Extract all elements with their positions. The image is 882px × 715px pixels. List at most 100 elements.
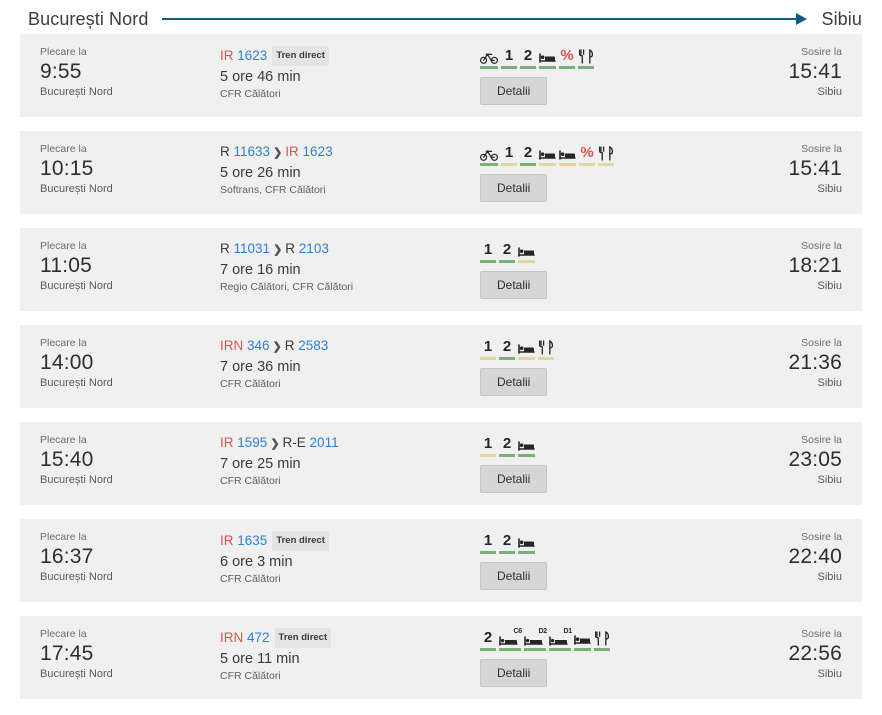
details-button[interactable]: Detalii: [480, 77, 548, 105]
amenity-strip: 12: [480, 336, 712, 360]
amenity-strip: 1 2%: [480, 142, 712, 166]
train-number[interactable]: 1635: [237, 533, 267, 548]
segment-separator-icon: ❯: [272, 341, 282, 353]
details-button[interactable]: Detalii: [480, 659, 548, 687]
availability-bar: [594, 648, 610, 651]
availability-bar: [559, 163, 576, 166]
arrival-block: Sosire la 15:41 Sibiu: [712, 131, 862, 196]
train-number[interactable]: 11633: [234, 144, 271, 159]
bed-class-label: D1: [563, 628, 572, 635]
table-row[interactable]: Plecare la 10:15 București Nord R 11633 ❯ IR …: [20, 131, 862, 214]
train-code[interactable]: IR: [220, 533, 234, 548]
class-2-icon-glyph: 2: [483, 629, 493, 646]
train-code[interactable]: IRN: [220, 338, 243, 353]
train-number[interactable]: 2103: [299, 241, 329, 256]
train-segments: IR 1595 ❯ R-E 2011: [220, 434, 480, 453]
train-code[interactable]: R: [220, 144, 230, 159]
table-row[interactable]: Plecare la 15:40 București Nord IR 1595 ❯ R-E…: [20, 422, 862, 505]
amenities-block: 1 2 Detalii: [480, 422, 712, 493]
operator-name: CFR Călători: [220, 573, 281, 585]
departure-station: București Nord: [40, 571, 113, 583]
train-number[interactable]: 1595: [237, 435, 267, 450]
couchette-c6-icon: C6: [499, 628, 522, 651]
availability-bar: [520, 66, 536, 69]
amenities-block: 1 2 Detalii: [480, 325, 712, 396]
train-number[interactable]: 2011: [310, 435, 339, 450]
table-row[interactable]: Plecare la 16:37 București Nord IR 1635 Tren…: [20, 519, 862, 602]
train-segments: R 11633 ❯ IR 1623: [220, 143, 480, 162]
sleeping-car-icon-glyph: [539, 52, 556, 64]
train-number[interactable]: 1623: [237, 48, 267, 63]
table-row[interactable]: Plecare la 9:55 București Nord IR 1623 Tren …: [20, 34, 862, 117]
train-code[interactable]: R: [220, 241, 230, 256]
departure-block: Plecare la 9:55 București Nord: [20, 34, 220, 99]
bicycle-icon-glyph: [480, 148, 498, 161]
operator-name: Softrans, CFR Călători: [220, 184, 326, 196]
train-block: IR 1595 ❯ R-E 2011 7 ore 25 min CFR Călători: [220, 422, 480, 488]
operator-name: CFR Călători: [220, 670, 281, 682]
details-button[interactable]: Detalii: [480, 562, 548, 590]
amenity-strip: 12: [480, 433, 712, 457]
sleeping-car-icon-glyph: [518, 537, 535, 549]
amenity-strip: 12: [480, 530, 712, 554]
class-1-icon: 1: [480, 339, 496, 360]
train-number[interactable]: 346: [247, 338, 270, 353]
class-1-icon: 1: [480, 436, 496, 457]
class-1-icon-glyph: 1: [483, 338, 493, 355]
sleeping-car-icon: [539, 52, 556, 69]
restaurant-icon: [578, 49, 594, 69]
sleeping-car-icon: [518, 537, 535, 554]
arrival-station: Sibiu: [817, 668, 842, 680]
train-number[interactable]: 2583: [298, 338, 328, 353]
arrival-label: Sosire la: [801, 143, 842, 155]
train-number[interactable]: 11031: [234, 241, 271, 256]
availability-bar: [480, 163, 498, 166]
train-number[interactable]: 472: [247, 630, 270, 645]
availability-bar: [539, 66, 556, 69]
availability-bar: [480, 260, 496, 263]
train-number[interactable]: 1623: [303, 144, 333, 159]
train-code[interactable]: R: [285, 241, 295, 256]
route-origin: București Nord: [28, 8, 149, 29]
train-segments: IR 1635 Tren direct: [220, 531, 480, 551]
class-1-icon: 1: [501, 48, 517, 69]
sleeping-car-icon-glyph: [539, 149, 556, 161]
departure-block: Plecare la 15:40 București Nord: [20, 422, 220, 487]
train-code[interactable]: IRN: [220, 630, 243, 645]
availability-bar: [501, 163, 517, 166]
arrival-time: 21:36: [788, 351, 842, 374]
availability-bar: [579, 163, 595, 166]
sleeper-d2-icon: D2: [524, 628, 547, 651]
details-button[interactable]: Detalii: [480, 174, 548, 202]
availability-bar: [499, 357, 515, 360]
restaurant-icon: [594, 631, 610, 651]
availability-bar: [499, 454, 515, 457]
table-row[interactable]: Plecare la 11:05 București Nord R 11031 ❯ R 2…: [20, 228, 862, 311]
arrival-station: Sibiu: [817, 474, 842, 486]
details-button[interactable]: Detalii: [480, 368, 548, 396]
train-code[interactable]: R-E: [283, 435, 306, 450]
table-row[interactable]: Plecare la 17:45 București Nord IRN 472 Tren…: [20, 616, 862, 699]
departure-station: București Nord: [40, 183, 113, 195]
sleeping-car-icon: [539, 149, 556, 166]
train-code[interactable]: IR: [220, 435, 234, 450]
train-code[interactable]: IR: [220, 48, 234, 63]
table-row[interactable]: Plecare la 14:00 București Nord IRN 346 ❯ R 2…: [20, 325, 862, 408]
details-button[interactable]: Detalii: [480, 271, 548, 299]
details-button[interactable]: Detalii: [480, 465, 548, 493]
train-code[interactable]: R: [285, 338, 295, 353]
class-2-icon: 2: [520, 145, 536, 166]
sleeping-car-icon-glyph: [518, 343, 535, 355]
arrival-time: 15:41: [788, 60, 842, 83]
availability-bar: [549, 648, 571, 651]
arrival-block: Sosire la 23:05 Sibiu: [712, 422, 862, 487]
arrival-label: Sosire la: [801, 531, 842, 543]
class-1-icon: 1: [480, 242, 496, 263]
train-code[interactable]: IR: [285, 144, 299, 159]
availability-bar: [499, 260, 515, 263]
arrival-time: 22:56: [788, 642, 842, 665]
restaurant-icon-glyph: [579, 49, 593, 64]
bed-class-label: D2: [538, 628, 547, 635]
route-header: București Nord Sibiu: [0, 0, 882, 34]
arrival-label: Sosire la: [801, 628, 842, 640]
